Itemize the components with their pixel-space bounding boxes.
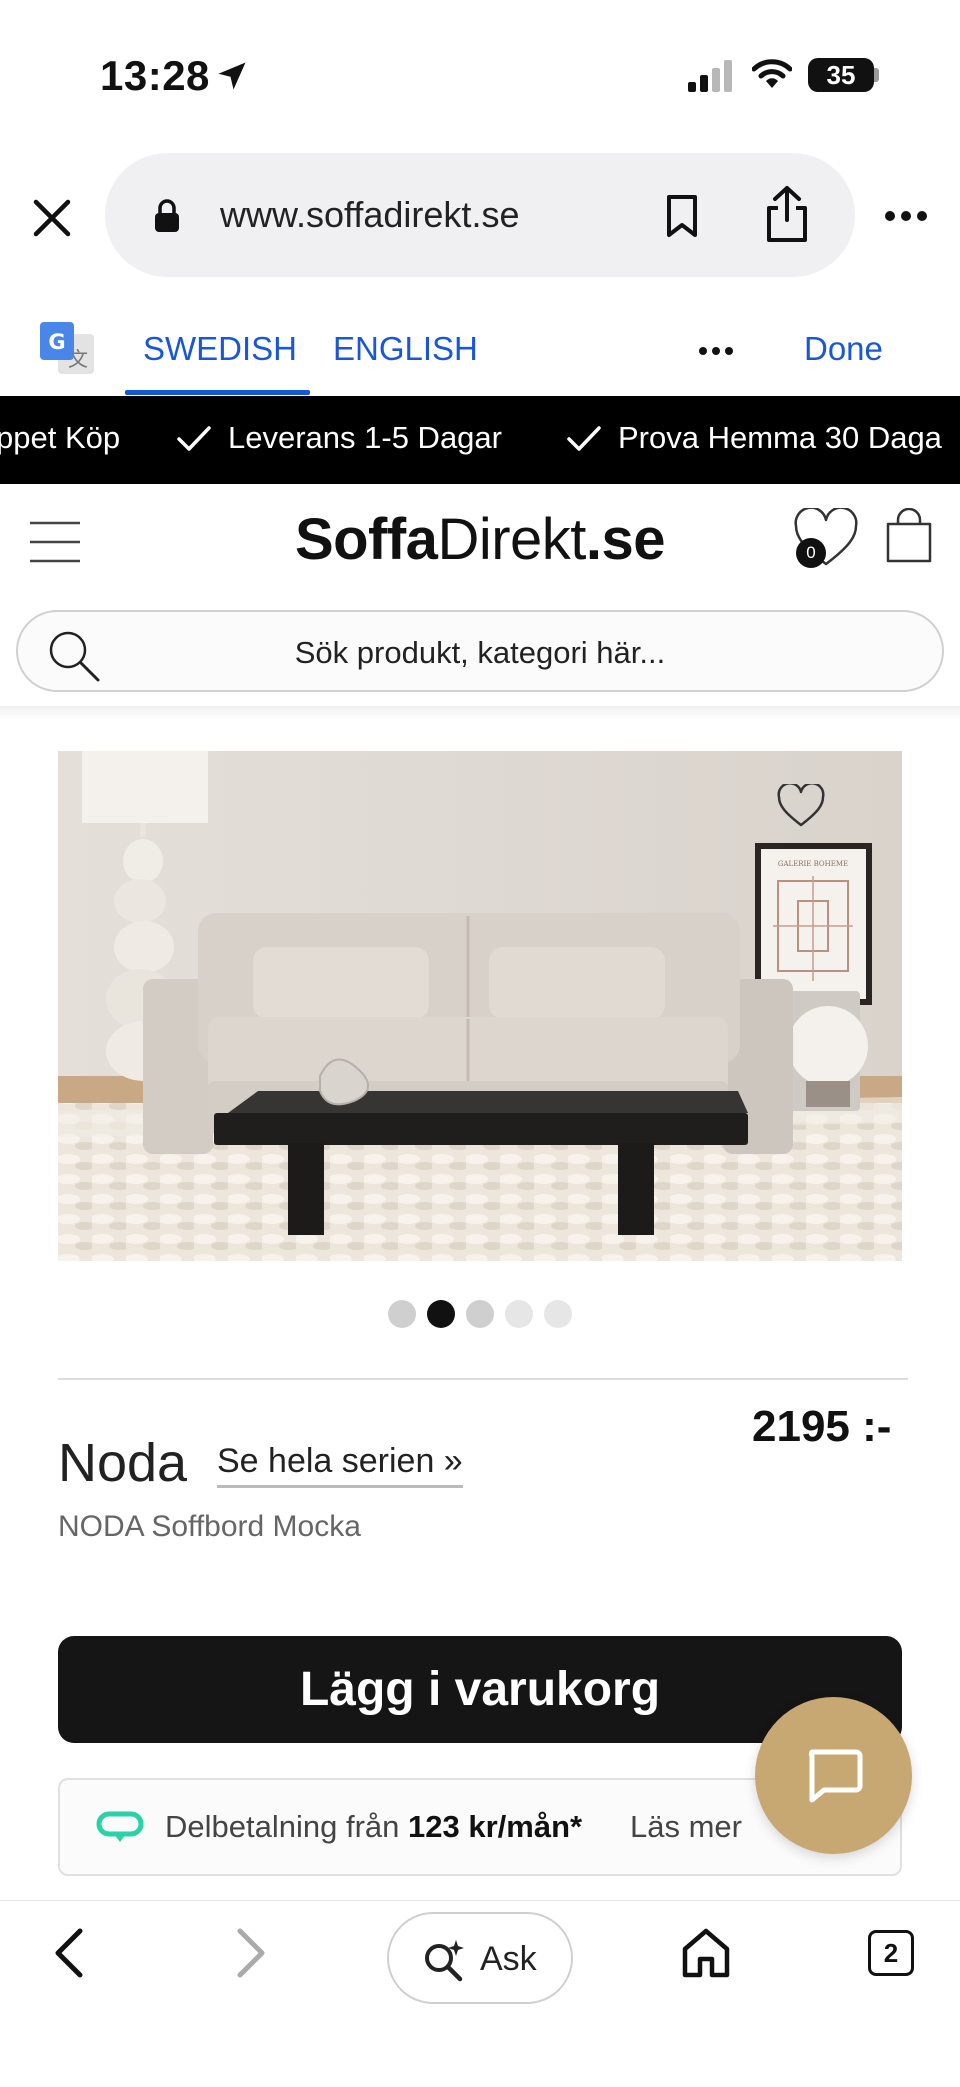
logo-suffix: .se (585, 507, 666, 572)
lock-icon (155, 199, 179, 232)
carousel-dot[interactable] (544, 1300, 572, 1328)
translate-more-icon[interactable] (698, 346, 734, 356)
installment-text: Delbetalning från 123 kr/mån* (165, 1809, 582, 1845)
google-translate-icon: 文 G (40, 322, 94, 374)
logo-regular: Direkt (437, 507, 586, 572)
location-arrow-icon (218, 62, 246, 90)
more-options-icon[interactable] (884, 210, 928, 222)
share-icon[interactable] (763, 184, 811, 244)
url-text[interactable]: www.soffadirekt.se (220, 194, 519, 236)
marquee-item: Leverans 1-5 Dagar (228, 420, 502, 455)
ask-sparkle-search-icon (425, 1940, 464, 1982)
forward-arrow-icon[interactable] (230, 1925, 274, 1981)
cellular-signal-icon (688, 60, 732, 92)
header-shadow (0, 706, 960, 720)
back-arrow-icon[interactable] (46, 1925, 90, 1981)
divider (58, 1378, 908, 1380)
status-time: 13:28 (100, 52, 210, 99)
wifi-icon (752, 59, 792, 88)
bookmark-icon[interactable] (664, 194, 700, 238)
installment-amount: 123 kr/mån* (408, 1809, 583, 1844)
logo-bold: Soffa (294, 507, 438, 572)
chat-button[interactable] (755, 1697, 912, 1854)
carousel-dot[interactable] (388, 1300, 416, 1328)
payment-provider-icon (96, 1811, 144, 1842)
carousel-dot[interactable] (466, 1300, 494, 1328)
search-placeholder[interactable]: Sök produkt, kategori här... (0, 635, 960, 671)
battery-tip (874, 68, 879, 82)
close-icon[interactable] (28, 194, 76, 242)
read-more-link[interactable]: Läs mer (630, 1809, 742, 1845)
carousel-dot-active[interactable] (427, 1300, 455, 1328)
product-price: 2195 :- (752, 1402, 892, 1451)
marquee-item: Prova Hemma 30 Daga (618, 420, 942, 455)
active-tab-indicator (125, 390, 310, 395)
product-name: Noda (58, 1433, 188, 1493)
check-icon (177, 426, 211, 451)
tab-swedish[interactable]: SWEDISH (143, 330, 297, 368)
carousel-dot[interactable] (505, 1300, 533, 1328)
done-button[interactable]: Done (804, 330, 883, 368)
wishlist-count-badge: 0 (796, 538, 826, 568)
installment-prefix: Delbetalning från (165, 1809, 400, 1844)
tabs-count-button[interactable]: 2 (868, 1930, 914, 1976)
favorite-heart-icon[interactable] (776, 784, 826, 828)
home-icon[interactable] (680, 1927, 732, 1979)
usp-marquee: ppet Köp Leverans 1-5 Dagar Prova Hemma … (0, 396, 960, 484)
chat-icon (808, 1749, 862, 1802)
see-series-link[interactable]: Se hela serien » (217, 1442, 463, 1488)
check-icon (567, 426, 601, 451)
tab-english[interactable]: ENGLISH (333, 330, 478, 368)
product-subtitle: NODA Soffbord Mocka (58, 1510, 361, 1543)
battery-icon: 35 (808, 58, 874, 92)
poster-text: GALERIE BOHEME (778, 860, 848, 868)
svg-text:G: G (48, 330, 65, 354)
ask-label[interactable]: Ask (480, 1940, 537, 1979)
shopping-bag-icon[interactable] (884, 508, 934, 564)
marquee-item: ppet Köp (0, 420, 121, 455)
